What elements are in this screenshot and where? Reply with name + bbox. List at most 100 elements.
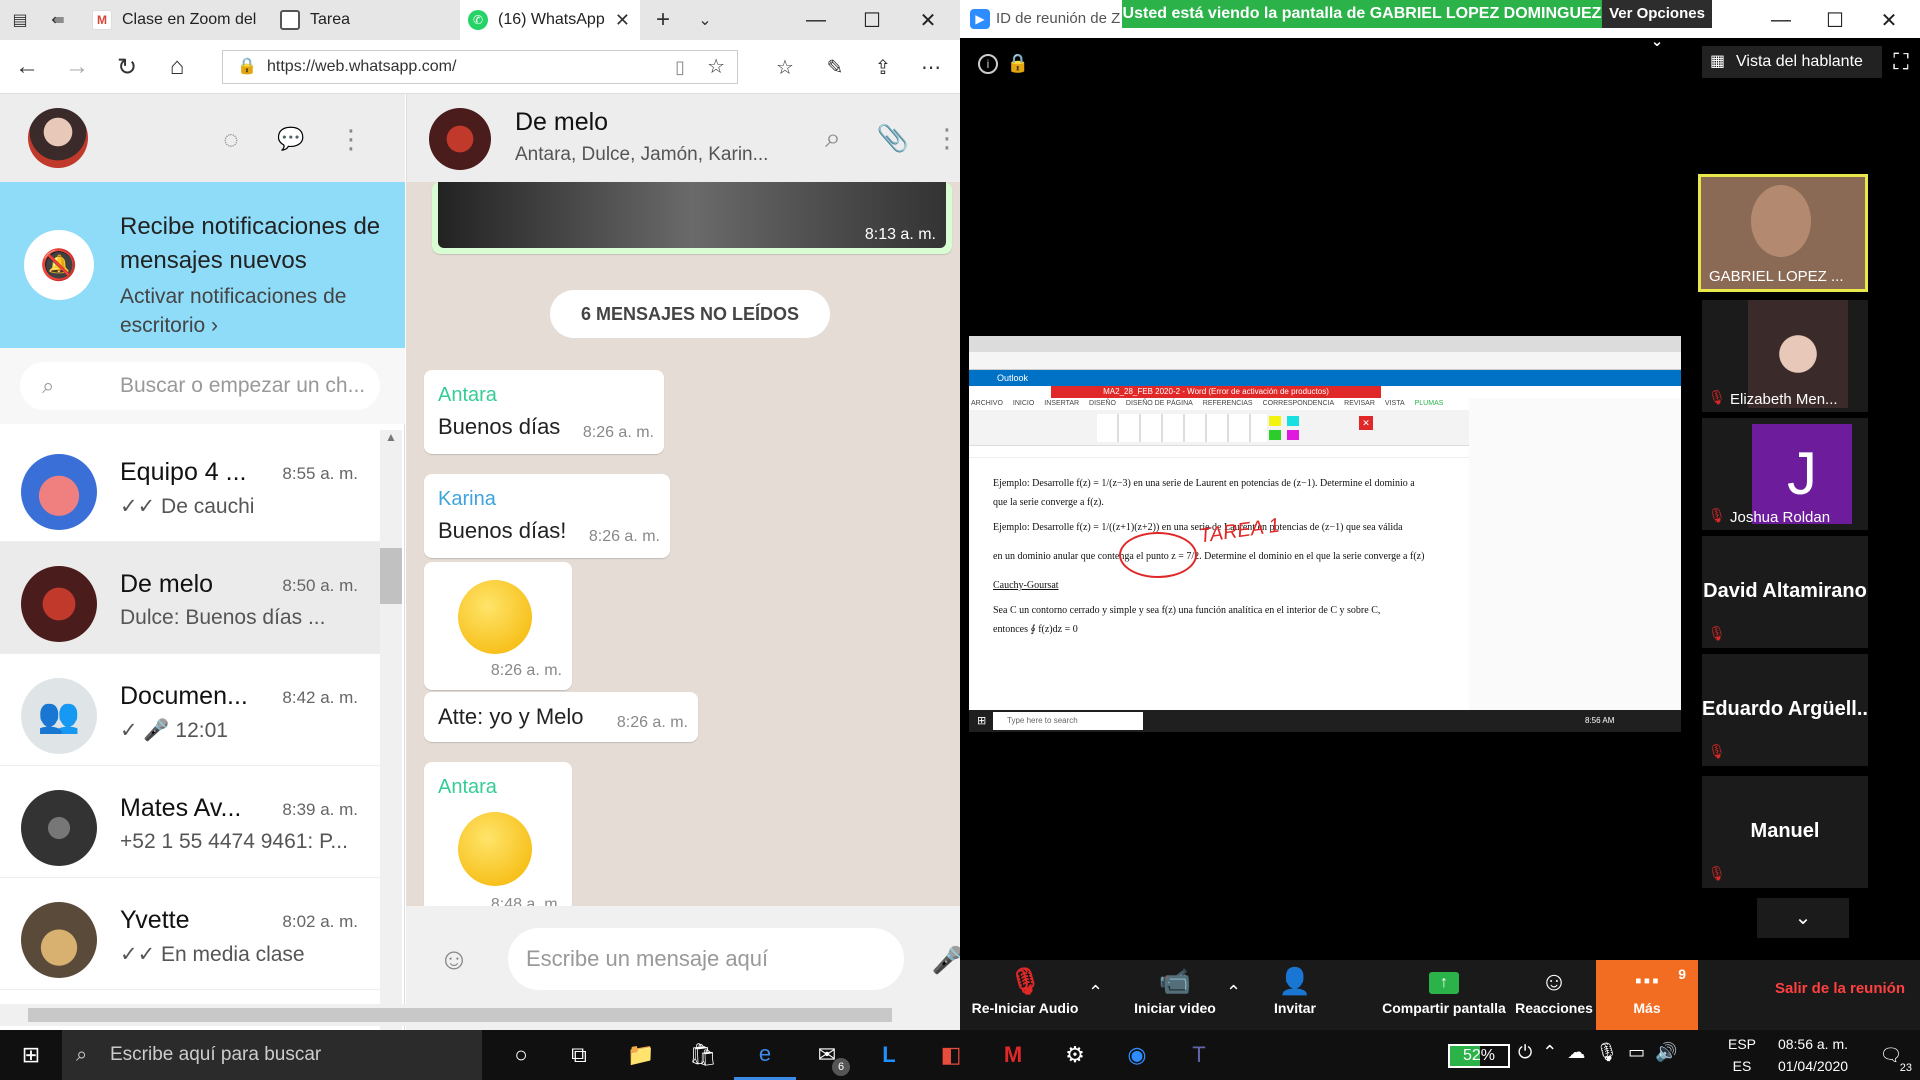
microphone-icon[interactable]: 🎤	[932, 942, 960, 978]
status-icon[interactable]: ◌	[216, 124, 246, 154]
message-bubble[interactable]: Antara Buenos días 8:26 a. m.	[424, 370, 664, 454]
battery-indicator[interactable]: 52%	[1448, 1044, 1510, 1068]
maximize-icon[interactable]: ☐	[844, 0, 900, 40]
reactions-button[interactable]: ☺ Reacciones	[1514, 960, 1594, 1030]
participant-tile[interactable]: Eduardo Argüell... 🎙	[1702, 654, 1868, 766]
speaker-view-button[interactable]: ▦ Vista del hablante	[1702, 46, 1882, 78]
message-bubble[interactable]: Karina Buenos días! 8:26 a. m.	[424, 474, 670, 558]
conversation-header[interactable]: De melo Antara, Dulce, Jamón, Karin... ⌕…	[406, 94, 960, 182]
enable-notifications-link[interactable]: Activar notificaciones de escritorio ›	[120, 282, 400, 340]
info-icon[interactable]: i	[978, 54, 998, 74]
close-tab-icon[interactable]: ✕	[615, 10, 630, 31]
url-field[interactable]: 🔒 https://web.whatsapp.com/ ▯ ☆	[222, 50, 738, 84]
tab-list-icon[interactable]: ⌄	[694, 8, 716, 32]
chevron-down-icon[interactable]: ⌄	[1757, 898, 1849, 938]
scroll-thumb[interactable]	[28, 1008, 892, 1022]
close-window-icon[interactable]: ✕	[900, 0, 956, 40]
store-icon[interactable]: 🛍	[672, 1030, 734, 1080]
teams-icon[interactable]: T	[1168, 1030, 1230, 1080]
participant-tile[interactable]: J 🎙 Joshua Roldan	[1702, 418, 1868, 530]
chevron-up-icon[interactable]: ⌃	[1088, 982, 1103, 1003]
tray-icons[interactable]: ⏻⌃☁🎙▭🔊	[1518, 1042, 1688, 1063]
share-screen-button[interactable]: ↑ Compartir pantalla	[1376, 960, 1512, 1030]
start-video-button[interactable]: 📹 Iniciar video	[1110, 960, 1240, 1030]
menu-icon[interactable]: ⋮	[934, 122, 960, 154]
settings-gear-icon[interactable]: ⚙	[1044, 1030, 1106, 1080]
set-aside-tabs-icon[interactable]: ⇚	[48, 10, 68, 30]
participant-tile[interactable]: Manuel 🎙	[1702, 776, 1868, 888]
refresh-icon[interactable]: ↻	[112, 52, 142, 82]
favorites-icon[interactable]: ☆	[770, 52, 800, 82]
tab-zoom-class[interactable]: M Clase en Zoom del	[84, 0, 264, 40]
reading-view-icon[interactable]: ▯	[675, 51, 685, 83]
sticker-message[interactable]: Antara 8:48 a. m.	[424, 762, 572, 913]
invite-button[interactable]: 👤 Invitar	[1250, 960, 1340, 1030]
edge-icon[interactable]: e	[734, 1030, 796, 1080]
encryption-lock-icon[interactable]: 🔒	[1007, 52, 1029, 74]
view-options-button[interactable]: Ver Opciones ⌄	[1602, 0, 1712, 50]
file-explorer-icon[interactable]: 📁	[610, 1030, 672, 1080]
chat-item[interactable]: Yvette 8:02 a. m. ✓✓ En media clase	[0, 878, 380, 990]
language-indicator[interactable]: ESP ES	[1722, 1036, 1762, 1074]
office-icon[interactable]: ◧	[920, 1030, 982, 1080]
search-input[interactable]: ⌕ Buscar o empezar un ch...	[20, 362, 380, 410]
leave-meeting-button[interactable]: Salir de la reunión	[1760, 980, 1920, 997]
notification-banner[interactable]: 🔕 Recibe notificaciones de mensajes nuev…	[0, 182, 405, 348]
tab-tarea[interactable]: Tarea	[272, 0, 452, 40]
message-time: 8:26 a. m.	[588, 528, 660, 545]
new-tab-icon[interactable]: +	[650, 6, 676, 33]
zoom-app-icon[interactable]: ◉	[1106, 1030, 1168, 1080]
message-bubble[interactable]: Atte: yo y Melo 8:26 a. m.	[424, 692, 698, 742]
new-chat-icon[interactable]: 💬	[276, 124, 306, 154]
unmute-button[interactable]: 🎙 Re-Iniciar Audio	[960, 960, 1090, 1030]
image-message[interactable]: 8:13 a. m.	[432, 182, 952, 254]
emoji-icon[interactable]: ☺	[436, 942, 472, 978]
avatar[interactable]	[28, 108, 88, 168]
chat-item[interactable]: Equipo 4 ... 8:55 a. m. ✓✓ De cauchi	[0, 430, 380, 542]
back-icon[interactable]: ←	[12, 52, 42, 82]
pen-icon[interactable]: ✎	[820, 52, 850, 82]
shared-screen[interactable]: Outlook MA2_28_FEB 2020-2 - Word (Error …	[969, 336, 1681, 732]
sticker-message[interactable]: 8:26 a. m.	[424, 562, 572, 690]
home-icon[interactable]: ⌂	[162, 52, 192, 82]
scroll-up-icon[interactable]: ▲	[380, 430, 402, 450]
message-input[interactable]: Escribe un mensaje aquí	[508, 928, 904, 990]
scroll-thumb[interactable]	[380, 548, 402, 604]
cortana-icon[interactable]: ○	[490, 1030, 552, 1080]
share-icon[interactable]: ⇪	[868, 52, 898, 82]
attach-icon[interactable]: 📎	[877, 122, 909, 154]
close-window-icon[interactable]: ✕	[1864, 0, 1914, 40]
minimize-icon[interactable]: —	[1756, 0, 1806, 40]
more-icon[interactable]: ⋯	[916, 52, 946, 82]
chevron-up-icon[interactable]: ⌃	[1226, 982, 1241, 1003]
notification-center-icon[interactable]: 🗨 23	[1866, 1030, 1916, 1080]
fullscreen-icon[interactable]: ⛶	[1888, 48, 1914, 76]
participant-tile-active-speaker[interactable]: GABRIEL LOPEZ ...	[1698, 174, 1868, 292]
taskbar-search[interactable]: ⌕ Escribe aquí para buscar	[62, 1030, 482, 1080]
participant-tile[interactable]: 🎙 Elizabeth Men...	[1702, 300, 1868, 412]
forward-icon[interactable]: →	[62, 52, 92, 82]
task-view-icon[interactable]: ⧉	[548, 1030, 610, 1080]
tab-actions-icon[interactable]: ▤	[10, 10, 30, 30]
search-icon[interactable]: ⌕	[817, 122, 849, 154]
windows-start-icon[interactable]: ⊞	[0, 1030, 62, 1080]
control-label: Re-Iniciar Audio	[971, 1000, 1079, 1016]
favorite-star-icon[interactable]: ☆	[707, 51, 725, 83]
chat-list-scrollbar[interactable]: ▲	[380, 430, 402, 1030]
chat-item[interactable]: Mates Av... 8:39 a. m. +52 1 55 4474 946…	[0, 766, 380, 878]
avatar[interactable]	[429, 108, 491, 170]
chat-item[interactable]: De melo 8:50 a. m. Dulce: Buenos días ..…	[0, 542, 380, 654]
mail-icon[interactable]: ✉ 6	[796, 1030, 858, 1080]
minimize-icon[interactable]: —	[788, 0, 844, 40]
l-app-icon[interactable]: L	[858, 1030, 920, 1080]
more-button[interactable]: ⋯ Más 9	[1596, 960, 1698, 1030]
menu-icon[interactable]: ⋮	[336, 124, 366, 154]
word-ribbon: ✕	[969, 410, 1469, 446]
maximize-icon[interactable]: ☐	[1810, 0, 1860, 40]
mcafee-icon[interactable]: M	[982, 1030, 1044, 1080]
chat-item[interactable]: 👥 Documen... 8:42 a. m. ✓ 🎤 12:01	[0, 654, 380, 766]
clock[interactable]: 08:56 a. m. 01/04/2020	[1770, 1036, 1856, 1074]
tab-whatsapp[interactable]: ✆ (16) WhatsApp ✕	[460, 0, 640, 40]
horizontal-scrollbar[interactable]	[0, 1004, 960, 1026]
participant-tile[interactable]: David Altamirano 🎙	[1702, 536, 1868, 648]
